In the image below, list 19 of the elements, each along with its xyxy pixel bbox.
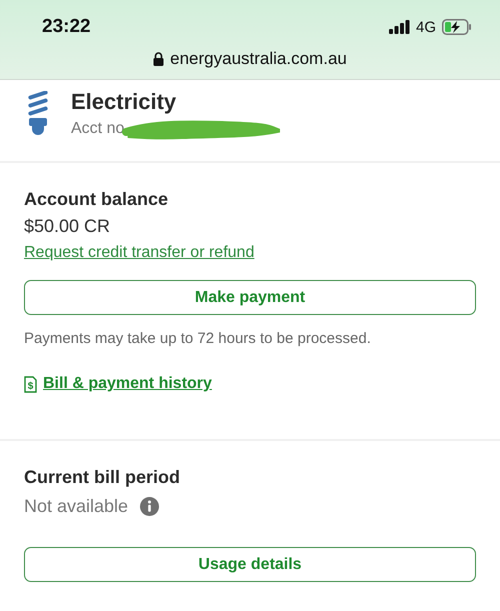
refund-link[interactable]: Request credit transfer or refund xyxy=(24,244,254,262)
signal-icon xyxy=(388,20,410,34)
bill-history-link[interactable]: Bill & payment history xyxy=(43,375,212,393)
make-payment-button[interactable]: Make payment xyxy=(24,280,476,315)
account-number-label: Acct no xyxy=(71,120,124,138)
bill-period-value: Not available xyxy=(24,496,128,517)
network-label: 4G xyxy=(416,18,436,36)
bill-icon[interactable]: $ xyxy=(24,376,37,392)
processing-note: Payments may take up to 72 hours to be processed. xyxy=(24,330,371,347)
usage-details-button[interactable]: Usage details xyxy=(24,547,476,582)
url-text[interactable]: energyaustralia.com.au xyxy=(170,49,347,69)
section-heading: Current bill period xyxy=(24,467,180,488)
status-time: 23:22 xyxy=(42,16,91,38)
info-icon[interactable] xyxy=(140,497,160,516)
balance-amount: $50.00 CR xyxy=(24,216,110,237)
lock-icon xyxy=(153,52,164,66)
battery-icon xyxy=(442,19,472,35)
section-heading: Account balance xyxy=(24,189,168,210)
account-title: Electricity xyxy=(71,89,178,115)
